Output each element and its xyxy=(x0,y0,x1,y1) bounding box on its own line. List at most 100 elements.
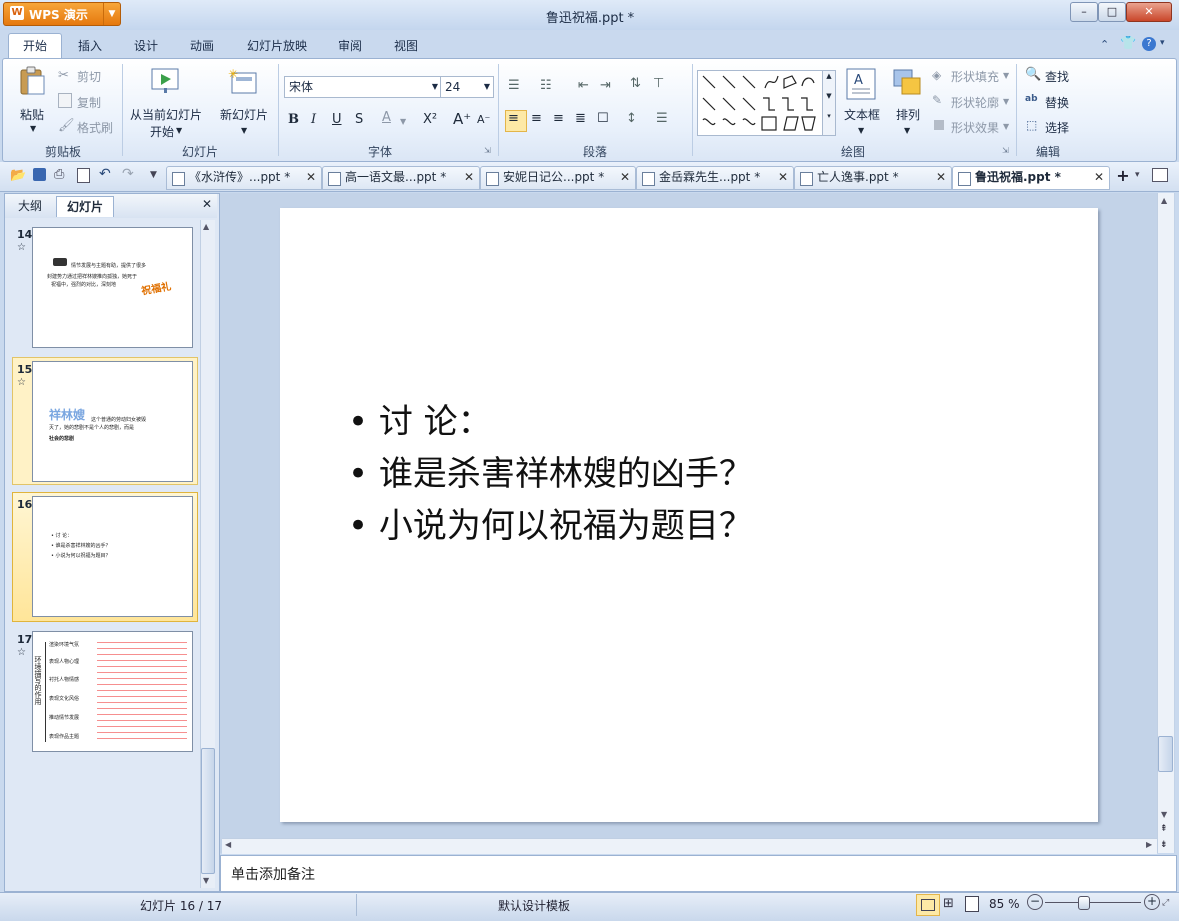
copy-button[interactable]: 复制 xyxy=(77,94,101,111)
font-color-button[interactable]: A xyxy=(382,110,391,125)
bullet-list-icon[interactable]: ☰ xyxy=(508,78,520,93)
close-icon[interactable]: ✕ xyxy=(1094,167,1104,188)
notes-pane[interactable]: 单击添加备注 xyxy=(220,855,1177,892)
line-spacing-icon[interactable]: ↕ xyxy=(626,111,637,126)
shape-outline-button[interactable]: 形状轮廓 xyxy=(951,94,999,111)
slide-bullet-2[interactable]: • 谁是杀害祥林嫂的凶手？ xyxy=(348,446,753,495)
help-icon[interactable]: ? xyxy=(1142,37,1156,51)
help-dropdown-icon[interactable]: ▾ xyxy=(1160,38,1165,48)
superscript-button[interactable]: X² xyxy=(423,112,437,127)
new-slide-button[interactable]: 新幻灯片 xyxy=(220,106,268,123)
tab-animation[interactable]: 动画 xyxy=(184,36,220,56)
doc-tab-5[interactable]: 亡人逸事.ppt * ✕ xyxy=(794,166,952,190)
textbox-button[interactable]: 文本框 xyxy=(844,106,880,123)
scrollbar-thumb[interactable] xyxy=(1158,736,1173,772)
font-size-select[interactable]: 24 ▼ xyxy=(440,76,494,98)
decrease-indent-icon[interactable]: ⇤ xyxy=(578,78,589,93)
quick-access-dropdown-icon[interactable]: ▼ xyxy=(150,170,157,180)
distribute-icon[interactable]: ☐ xyxy=(597,111,609,126)
shape-fill-button[interactable]: 形状填充 xyxy=(951,68,999,85)
close-pane-icon[interactable]: ✕ xyxy=(202,197,212,211)
decrease-font-button[interactable]: A⁻ xyxy=(477,113,490,126)
slide-thumbnail-17[interactable]: 环境描写的作用 渲染环境气氛 表现人物心理 衬托人物情感 表现文化风俗 推动情节… xyxy=(32,631,193,752)
editor-horizontal-scrollbar[interactable] xyxy=(222,838,1157,854)
italic-button[interactable]: I xyxy=(311,112,316,127)
close-icon[interactable]: ✕ xyxy=(464,167,474,188)
doc-tab-4[interactable]: 金岳霖先生...ppt * ✕ xyxy=(636,166,794,190)
zoom-slider-thumb[interactable] xyxy=(1078,896,1090,910)
tab-outline[interactable]: 大纲 xyxy=(8,196,52,216)
paragraph-spacing-icon[interactable]: ☰ xyxy=(656,111,668,126)
align-center-icon[interactable]: ≡ xyxy=(531,111,542,126)
next-slide-icon[interactable]: ⇟ xyxy=(1160,840,1168,850)
close-icon[interactable]: ✕ xyxy=(778,167,788,188)
tab-home[interactable]: 开始 xyxy=(8,33,62,59)
doc-tab-active[interactable]: 鲁迅祝福.ppt * ✕ xyxy=(952,166,1110,190)
undo-icon[interactable]: ↶ xyxy=(99,166,111,182)
underline-button[interactable]: U xyxy=(332,112,342,127)
skin-icon[interactable]: 👕 xyxy=(1120,36,1136,51)
close-icon[interactable]: ✕ xyxy=(306,167,316,188)
tab-review[interactable]: 审阅 xyxy=(332,36,368,56)
text-shadow-button[interactable]: S xyxy=(355,112,363,127)
scroll-down-icon[interactable]: ▼ xyxy=(1161,810,1167,819)
slideshow-view-icon[interactable] xyxy=(965,896,979,912)
new-tab-button[interactable]: + xyxy=(1112,166,1134,186)
cut-button[interactable]: 剪切 xyxy=(77,68,101,85)
minimize-button[interactable]: – xyxy=(1070,2,1098,22)
font-dialog-launcher-icon[interactable]: ⇲ xyxy=(484,146,491,155)
fit-window-icon[interactable]: ⤢ xyxy=(1162,898,1169,908)
find-button[interactable]: 查找 xyxy=(1045,68,1069,85)
font-name-select[interactable]: 宋体 ▼ xyxy=(284,76,442,98)
print-icon[interactable]: ⎙ xyxy=(54,167,64,182)
doc-tab-2[interactable]: 高一语文最...ppt * ✕ xyxy=(322,166,480,190)
arrange-icon[interactable] xyxy=(892,68,924,100)
scroll-right-icon[interactable]: ▶ xyxy=(1146,840,1152,849)
zoom-out-button[interactable]: − xyxy=(1027,894,1043,910)
slide-sorter-icon[interactable]: ⊞ xyxy=(943,896,954,911)
maximize-button[interactable]: □ xyxy=(1098,2,1126,22)
close-window-button[interactable]: ✕ xyxy=(1126,2,1172,22)
paste-icon[interactable] xyxy=(18,66,46,96)
slide-thumbnail-15[interactable]: 祥林嫂 这个普通的劳动妇女被毁 灭了，她的悲剧不是个人的悲剧，而是 社会的悲剧 xyxy=(32,361,193,482)
scroll-up-icon[interactable]: ▲ xyxy=(1161,196,1167,205)
bold-button[interactable]: B xyxy=(288,112,299,127)
window-layout-icon[interactable] xyxy=(1152,168,1168,182)
doc-tab-1[interactable]: 《水浒传》...ppt * ✕ xyxy=(166,166,322,190)
zoom-in-button[interactable]: + xyxy=(1144,894,1160,910)
print-preview-icon[interactable] xyxy=(77,168,90,183)
select-button[interactable]: 选择 xyxy=(1045,119,1069,136)
tab-list-dropdown-icon[interactable]: ▾ xyxy=(1135,170,1140,180)
prev-slide-icon[interactable]: ⇞ xyxy=(1160,824,1168,834)
ribbon-collapse-icon[interactable]: ⌃ xyxy=(1100,38,1109,51)
doc-tab-3[interactable]: 安妮日记公...ppt * ✕ xyxy=(480,166,636,190)
scroll-left-icon[interactable]: ◀ xyxy=(225,840,231,849)
redo-icon[interactable]: ↷ xyxy=(122,166,134,182)
text-direction-icon[interactable]: ⇅ xyxy=(630,76,641,91)
align-text-icon[interactable]: ⊤ xyxy=(653,76,664,91)
increase-indent-icon[interactable]: ⇥ xyxy=(600,78,611,93)
drawing-dialog-launcher-icon[interactable]: ⇲ xyxy=(1002,146,1009,155)
from-current-slide-button[interactable]: 从当前幻灯片 xyxy=(130,106,202,123)
tab-design[interactable]: 设计 xyxy=(128,36,164,56)
tab-slides[interactable]: 幻灯片 xyxy=(56,196,114,217)
increase-font-button[interactable]: A⁺ xyxy=(453,110,471,128)
zoom-slider-track[interactable] xyxy=(1045,902,1141,903)
slide-thumbnail-16[interactable]: • 讨 论： • 谁是杀害祥林嫂的凶手？ • 小说为何以祝福为题目？ xyxy=(32,496,193,617)
arrange-button[interactable]: 排列 xyxy=(896,106,920,123)
shapes-gallery-scroll[interactable]: ▲ ▼ ▾ xyxy=(822,70,836,136)
shape-effect-button[interactable]: 形状效果 xyxy=(951,119,999,136)
scroll-up-icon[interactable]: ▲ xyxy=(203,222,209,231)
slide-bullet-1[interactable]: • 讨 论： xyxy=(348,394,492,443)
paste-button[interactable]: 粘贴 xyxy=(20,106,44,123)
normal-view-button[interactable] xyxy=(916,894,940,916)
scrollbar-thumb[interactable] xyxy=(201,748,215,874)
close-icon[interactable]: ✕ xyxy=(936,167,946,188)
open-folder-icon[interactable]: 📂 xyxy=(10,168,26,183)
play-from-current-icon[interactable] xyxy=(150,66,182,96)
new-slide-icon[interactable]: ✳ xyxy=(228,67,258,96)
tab-view[interactable]: 视图 xyxy=(388,36,424,56)
wps-menu-button[interactable]: W WPS 演示 ▼ xyxy=(3,2,121,26)
design-template[interactable]: 默认设计模板 xyxy=(498,897,570,914)
textbox-icon[interactable]: A xyxy=(846,68,876,100)
